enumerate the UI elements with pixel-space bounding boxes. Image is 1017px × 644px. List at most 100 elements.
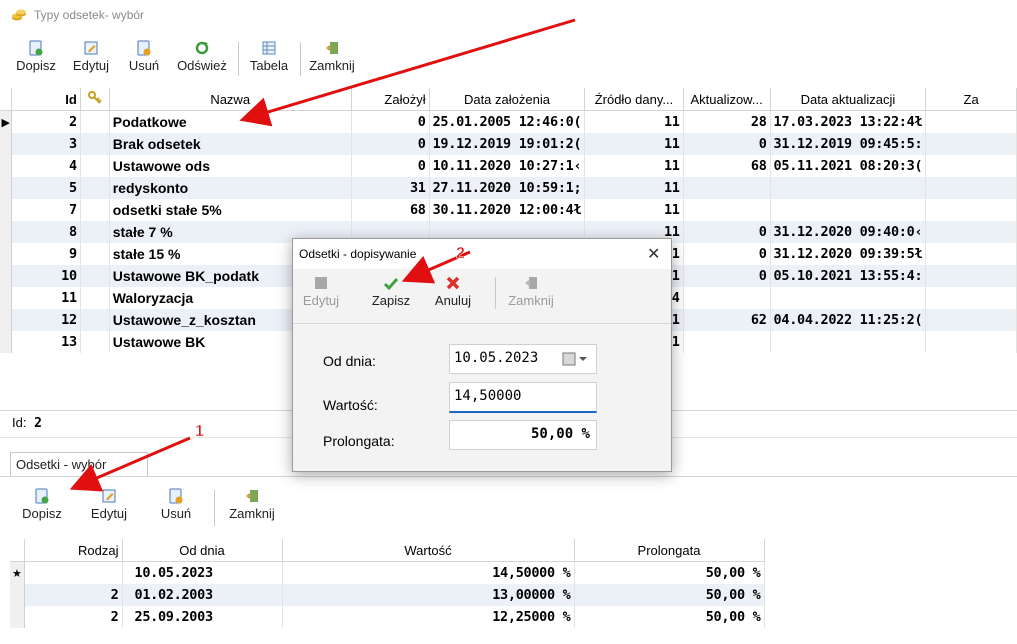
bottom-dopisz-button[interactable]: Dopisz xyxy=(20,488,64,521)
key-icon-header xyxy=(80,88,110,111)
cell-indicator: ★ xyxy=(10,561,25,584)
cell-zrodlo: 11 xyxy=(584,177,684,199)
cell-empty xyxy=(925,155,1017,177)
cell-od: 10.05.2023 xyxy=(122,561,283,584)
od-dnia-value: 10.05.2023 xyxy=(454,350,539,366)
cell-indicator xyxy=(10,584,25,606)
usun-button[interactable]: Usuń xyxy=(124,40,164,73)
cell-id: 9 xyxy=(11,243,81,265)
header-wartosc[interactable]: Wartość xyxy=(282,539,575,562)
cell-nazwa: Ustawowe ods xyxy=(109,155,352,177)
table-row[interactable]: ▶ 2 Podatkowe 0 25.01.2005 12:46:0(11 28 17.03… xyxy=(0,110,1017,133)
bottom-edytuj-label: Edytuj xyxy=(90,506,128,521)
cell-data_akt: 31.12.2020 09:40:0‹ xyxy=(770,221,927,243)
id-filter[interactable]: Id: 2 xyxy=(12,415,42,431)
cell-akt xyxy=(683,177,771,199)
cell-data_akt: 17.03.2023 13:22:4ł xyxy=(770,110,927,133)
header-rodzaj[interactable]: Rodzaj xyxy=(24,539,123,562)
dialog-zamknij-label: Zamknij xyxy=(508,293,554,308)
cell-wartosc: 14,50000 % xyxy=(282,561,575,584)
header-data-aktualizacji[interactable]: Data aktualizacji xyxy=(770,88,927,111)
header-zrodlo[interactable]: Źródło dany... xyxy=(584,88,684,111)
cell-empty xyxy=(80,309,110,331)
cell-data: 10.11.2020 10:27:1‹ xyxy=(429,155,586,177)
header-id[interactable]: Id xyxy=(11,88,81,111)
header-za[interactable]: Za xyxy=(925,88,1017,111)
cell-empty xyxy=(80,331,110,353)
bottom-dopisz-label: Dopisz xyxy=(22,506,62,521)
cell-data_akt: 05.11.2021 08:20:3( xyxy=(770,155,927,177)
rates-grid[interactable]: Rodzaj Od dnia Wartość Prolongata ★ 10.05… xyxy=(10,539,770,644)
header-data-zalozenia[interactable]: Data założenia xyxy=(429,88,586,111)
dialog-close-button[interactable]: ✕ xyxy=(647,244,660,264)
cell-id: 10 xyxy=(11,265,81,287)
cell-akt: 0 xyxy=(683,221,771,243)
key-icon xyxy=(87,90,102,104)
edytuj-button[interactable]: Edytuj xyxy=(66,40,116,73)
cell-id: 8 xyxy=(11,221,81,243)
tab-divider xyxy=(0,476,1017,477)
dopisz-button[interactable]: Dopisz xyxy=(14,40,58,73)
header-zalozyl[interactable]: Założył xyxy=(351,88,430,111)
table-row[interactable]: ★ 10.05.2023 14,50000 % 50,00 % xyxy=(10,561,765,584)
cell-indicator xyxy=(0,265,13,287)
cell-empty xyxy=(80,133,110,155)
cell-id: 5 xyxy=(11,177,81,199)
cell-empty xyxy=(925,177,1017,199)
bottom-zamknij-label: Zamknij xyxy=(229,506,275,521)
dialog-edytuj-button[interactable]: Edytuj xyxy=(301,275,341,308)
cell-empty xyxy=(925,331,1017,353)
table-row[interactable]: 2 25.09.2003 12,25000 % 50,00 % xyxy=(10,606,765,628)
cell-rodzaj xyxy=(24,561,123,584)
header-nazwa[interactable]: Nazwa xyxy=(109,88,352,111)
cell-empty xyxy=(80,177,110,199)
bottom-usun-label: Usuń xyxy=(160,506,192,521)
cell-data: 19.12.2019 19:01:2( xyxy=(429,133,586,155)
cell-data_akt: 04.04.2022 11:25:2( xyxy=(770,309,927,331)
cell-akt: 0 xyxy=(683,265,771,287)
table-row[interactable]: 4 Ustawowe ods 0 10.11.2020 10:27:1‹ 11 68 05.… xyxy=(0,155,1017,177)
odswiez-button[interactable]: Odśwież xyxy=(172,40,232,73)
cell-akt: 28 xyxy=(683,110,771,133)
bottom-edytuj-button[interactable]: Edytuj xyxy=(84,488,134,521)
cell-od: 25.09.2003 xyxy=(122,606,283,628)
calendar-dropdown-icon[interactable] xyxy=(562,352,588,366)
od-dnia-date-picker[interactable]: 10.05.2023 xyxy=(449,344,597,374)
header-od-dnia[interactable]: Od dnia xyxy=(122,539,283,562)
dialog-anuluj-label: Anuluj xyxy=(434,293,472,308)
cell-wartosc: 13,00000 % xyxy=(282,584,575,606)
cell-id: 4 xyxy=(11,155,81,177)
edit-icon xyxy=(102,489,116,503)
exit-door-icon xyxy=(525,277,537,289)
table-row[interactable]: 5 redyskonto 31 27.11.2020 10:59:1; 11 xyxy=(0,177,1017,199)
cell-akt: 0 xyxy=(683,133,771,155)
cell-nazwa: odsetki stałe 5% xyxy=(109,199,352,221)
cell-data_akt: 05.10.2021 13:55:4: xyxy=(770,265,927,287)
add-document-icon xyxy=(29,40,43,56)
dialog-title: Odsetki - dopisywanie xyxy=(299,247,417,261)
cell-data_akt xyxy=(770,199,927,221)
dialog-anuluj-button[interactable]: Anuluj xyxy=(429,275,477,308)
wartosc-input[interactable]: 14,50000 xyxy=(449,382,597,413)
edit-icon xyxy=(315,277,327,289)
dialog-zapisz-button[interactable]: Zapisz xyxy=(363,275,419,308)
cell-indicator xyxy=(0,177,13,199)
tabela-label: Tabela xyxy=(249,58,289,73)
dialog-zamknij-button[interactable]: Zamknij xyxy=(503,275,559,308)
zamknij-label: Zamknij xyxy=(309,58,355,73)
table-row[interactable]: 3 Brak odsetek 0 19.12.2019 19:01:2(11 0 31.1… xyxy=(0,133,1017,155)
cell-empty xyxy=(925,309,1017,331)
bottom-zamknij-button[interactable]: Zamknij xyxy=(222,488,282,521)
cell-empty xyxy=(80,265,110,287)
table-icon xyxy=(262,41,276,55)
header-aktualizowal[interactable]: Aktualizow... xyxy=(683,88,771,111)
table-row[interactable]: 2 01.02.2003 13,00000 % 50,00 % xyxy=(10,584,765,606)
cell-empty xyxy=(80,199,110,221)
bottom-usun-button[interactable]: Usuń xyxy=(156,488,196,521)
table-row[interactable]: 7 odsetki stałe 5% 68 30.11.2020 12:00:4ł 11 xyxy=(0,199,1017,221)
cell-nazwa: Brak odsetek xyxy=(109,133,352,155)
zamknij-button[interactable]: Zamknij xyxy=(304,40,360,73)
header-prolongata[interactable]: Prolongata xyxy=(574,539,765,562)
prolongata-input[interactable]: 50,00 % xyxy=(449,420,597,450)
tabela-button[interactable]: Tabela xyxy=(244,40,294,73)
